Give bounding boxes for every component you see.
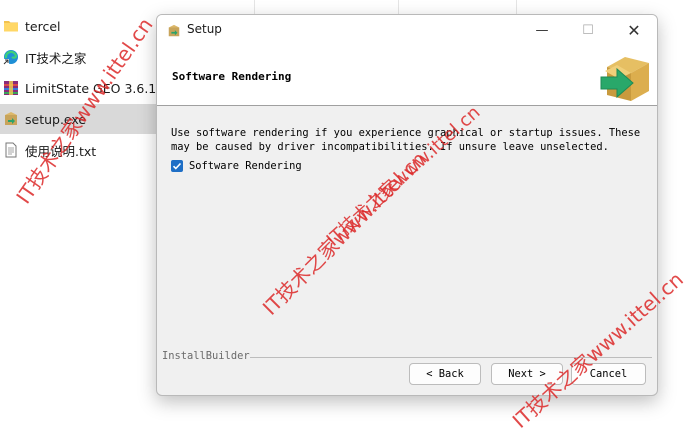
minimize-icon: — bbox=[535, 22, 549, 38]
column-divider bbox=[398, 0, 399, 14]
install-box-arrow-icon bbox=[595, 49, 655, 103]
file-item-readme[interactable]: 使用说明.txt bbox=[0, 135, 160, 165]
folder-icon bbox=[3, 18, 19, 34]
file-item-setup-exe[interactable]: setup.exe bbox=[0, 104, 160, 134]
archive-icon bbox=[3, 80, 19, 96]
column-divider bbox=[516, 0, 517, 14]
next-button[interactable]: Next > bbox=[491, 363, 563, 385]
edge-shortcut-icon bbox=[3, 49, 19, 65]
back-button[interactable]: < Back bbox=[409, 363, 481, 385]
file-item-ittech[interactable]: IT技术之家 bbox=[0, 42, 160, 72]
file-name: LimitState GEO 3.6.1 Bu bbox=[25, 80, 160, 96]
software-rendering-checkbox-row[interactable]: Software Rendering bbox=[171, 160, 302, 172]
cancel-button[interactable]: Cancel bbox=[571, 363, 646, 385]
file-name: 使用说明.txt bbox=[25, 143, 97, 159]
installer-brand: InstallBuilder bbox=[162, 350, 250, 362]
title-bar[interactable]: Setup — ☐ ✕ bbox=[157, 15, 657, 45]
text-file-icon bbox=[3, 142, 19, 158]
file-name: IT技术之家 bbox=[25, 50, 87, 66]
description-text: Use software rendering if you experience… bbox=[171, 127, 641, 153]
header-divider bbox=[157, 105, 657, 106]
setup-window: Setup — ☐ ✕ Software Rendering Use softw… bbox=[156, 14, 658, 396]
checkmark-icon bbox=[172, 162, 182, 170]
file-item-tercel[interactable]: tercel bbox=[0, 11, 160, 41]
maximize-icon: ☐ bbox=[582, 22, 594, 38]
footer-divider bbox=[250, 357, 652, 358]
installer-icon bbox=[167, 23, 181, 37]
column-divider bbox=[254, 0, 255, 14]
file-item-limitstate[interactable]: LimitState GEO 3.6.1 Bu bbox=[0, 73, 160, 103]
file-name: setup.exe bbox=[25, 111, 87, 127]
page-title: Software Rendering bbox=[172, 70, 292, 83]
installer-icon bbox=[3, 111, 19, 127]
maximize-button[interactable]: ☐ bbox=[565, 15, 611, 45]
checkbox-label: Software Rendering bbox=[189, 160, 302, 172]
window-title: Setup bbox=[187, 22, 222, 36]
page-header: Software Rendering bbox=[157, 45, 657, 105]
close-icon: ✕ bbox=[627, 20, 641, 40]
minimize-button[interactable]: — bbox=[519, 15, 565, 45]
file-name: tercel bbox=[25, 18, 61, 34]
software-rendering-checkbox[interactable] bbox=[171, 160, 183, 172]
close-button[interactable]: ✕ bbox=[611, 15, 657, 45]
